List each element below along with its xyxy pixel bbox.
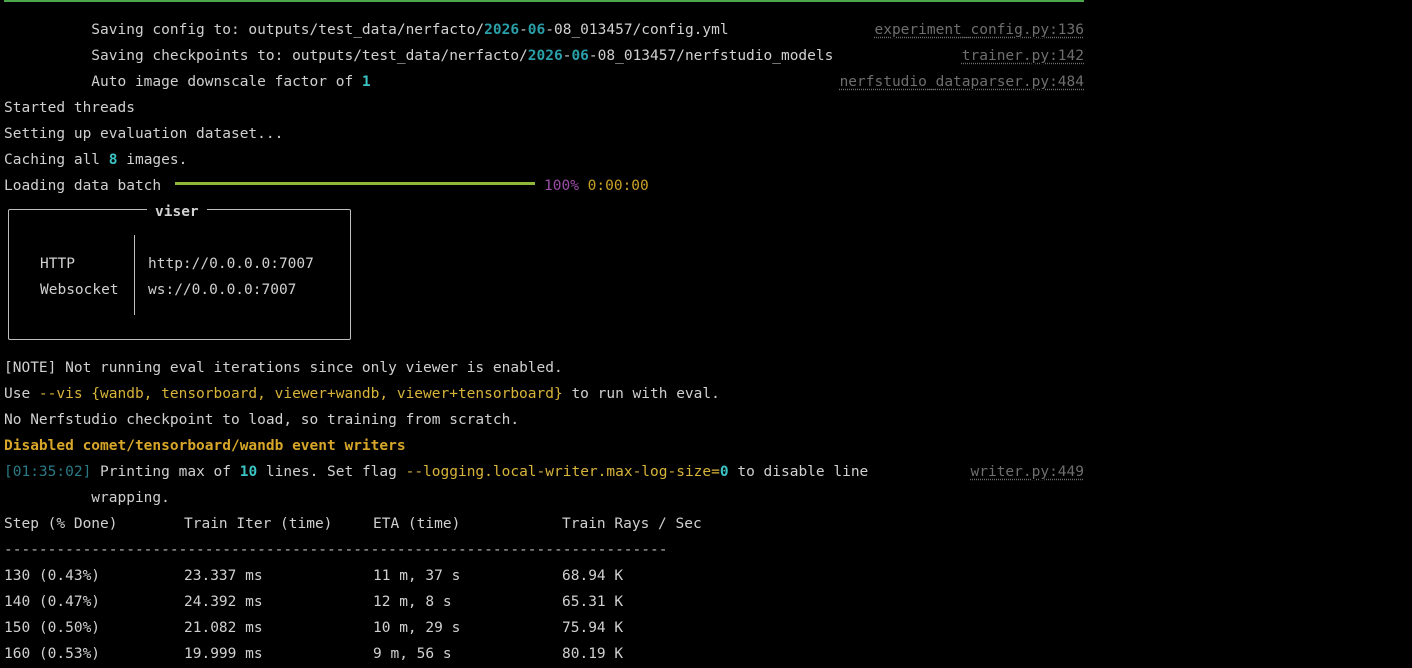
viser-value-http[interactable]: http://0.0.0.0:7007	[148, 251, 314, 277]
log-text: Caching all	[4, 152, 109, 168]
table-header-step: Step (% Done)	[4, 516, 118, 532]
log-text: images.	[117, 152, 188, 168]
progress-label: Loading data batch	[4, 178, 162, 194]
source-ref-experiment-config: experiment_config.py:136	[874, 22, 1084, 38]
log-line-caching: Caching all 8 images.	[4, 147, 187, 173]
table-cell-iter: 19.999 ms	[184, 646, 263, 662]
log-line-checkpoints: Saving checkpoints to: outputs/test_data…	[4, 43, 833, 69]
table-header-eta: ETA (time)	[373, 516, 461, 532]
progress-bar	[175, 182, 535, 185]
log-line-config: Saving config to: outputs/test_data/nerf…	[4, 17, 729, 43]
table-cell-step: 130 (0.43%)	[4, 568, 101, 584]
table-cell-iter: 24.392 ms	[184, 594, 263, 610]
log-text: Not running eval iterations since only v…	[56, 360, 563, 376]
log-number: 10	[239, 464, 258, 480]
log-line-eval-dataset: Setting up evaluation dataset...	[4, 126, 284, 142]
log-text: -08_013457/nerfstudio_models	[588, 48, 834, 64]
log-text: -08_013457/config.yml	[545, 22, 729, 38]
table-cell-step: 140 (0.47%)	[4, 594, 101, 610]
log-text: Saving config to: outputs/test_data/nerf…	[4, 22, 485, 38]
table-cell-eta: 10 m, 29 s	[373, 620, 461, 636]
terminal-top-rule	[4, 0, 1084, 2]
log-line-checkpoint: No Nerfstudio checkpoint to load, so tra…	[4, 412, 520, 428]
log-number: 0	[719, 464, 729, 480]
table-cell-iter: 21.082 ms	[184, 620, 263, 636]
progress-status: 100% 0:00:00	[544, 173, 649, 199]
log-line-printing-max: [01:35:02] Printing max of 10 lines. Set…	[4, 459, 868, 485]
log-text: Saving checkpoints to: outputs/test_data…	[4, 48, 528, 64]
cli-flag: --vis {wandb, tensorboard, viewer+wandb,…	[38, 386, 563, 402]
log-line-downscale: Auto image downscale factor of 1	[4, 69, 371, 95]
viser-divider	[134, 235, 135, 315]
log-year: 2026	[484, 22, 520, 38]
log-line-vis-hint: Use --vis {wandb, tensorboard, viewer+wa…	[4, 381, 720, 407]
log-month: 06	[571, 48, 589, 64]
log-text: to run with eval.	[562, 386, 720, 402]
progress-percent: 100%	[544, 178, 579, 194]
log-line-loading: Loading data batch	[4, 173, 161, 199]
table-header-rays: Train Rays / Sec	[562, 516, 702, 532]
log-text: -	[519, 22, 528, 38]
viser-key-websocket: Websocket	[40, 282, 119, 298]
viser-panel-title: viser	[147, 199, 207, 225]
table-cell-rays: 68.94 K	[562, 568, 624, 584]
table-cell-eta: 11 m, 37 s	[373, 568, 461, 584]
log-year: 2026	[527, 48, 563, 64]
note-tag: [NOTE]	[4, 360, 57, 376]
log-text: lines. Set flag	[257, 464, 406, 480]
cli-flag: --logging.local-writer.max-log-size=	[405, 464, 720, 480]
table-cell-rays: 80.19 K	[562, 646, 624, 662]
log-timestamp: [01:35:02]	[4, 464, 92, 480]
source-ref-trainer: trainer.py:142	[961, 48, 1084, 64]
source-ref-dataparser: nerfstudio_dataparser.py:484	[839, 74, 1084, 90]
table-cell-rays: 65.31 K	[562, 594, 624, 610]
log-text: Use	[4, 386, 39, 402]
source-ref-writer: writer.py:449	[970, 464, 1085, 480]
log-line-threads: Started threads	[4, 100, 135, 116]
table-cell-eta: 12 m, 8 s	[373, 594, 452, 610]
viser-value-websocket[interactable]: ws://0.0.0.0:7007	[148, 277, 296, 303]
log-number: 1	[361, 74, 371, 90]
log-text: to disable line	[728, 464, 869, 480]
table-header-train-iter: Train Iter (time)	[184, 516, 333, 532]
log-text: Auto image downscale factor of	[4, 74, 362, 90]
table-cell-iter: 23.337 ms	[184, 568, 263, 584]
table-divider: ----------------------------------------…	[4, 542, 668, 558]
table-cell-eta: 9 m, 56 s	[373, 646, 452, 662]
table-cell-step: 160 (0.53%)	[4, 646, 101, 662]
log-month: 06	[527, 22, 546, 38]
log-line-wrapping: wrapping.	[4, 490, 170, 506]
progress-time: 0:00:00	[587, 178, 649, 194]
viser-key-http: HTTP	[40, 256, 75, 272]
log-number: 8	[108, 152, 118, 168]
log-line-note: [NOTE] Not running eval iterations since…	[4, 355, 563, 381]
table-cell-rays: 75.94 K	[562, 620, 624, 636]
log-line-writers-disabled: Disabled comet/tensorboard/wandb event w…	[4, 438, 406, 454]
log-text: Printing max of	[91, 464, 240, 480]
table-cell-step: 150 (0.50%)	[4, 620, 101, 636]
